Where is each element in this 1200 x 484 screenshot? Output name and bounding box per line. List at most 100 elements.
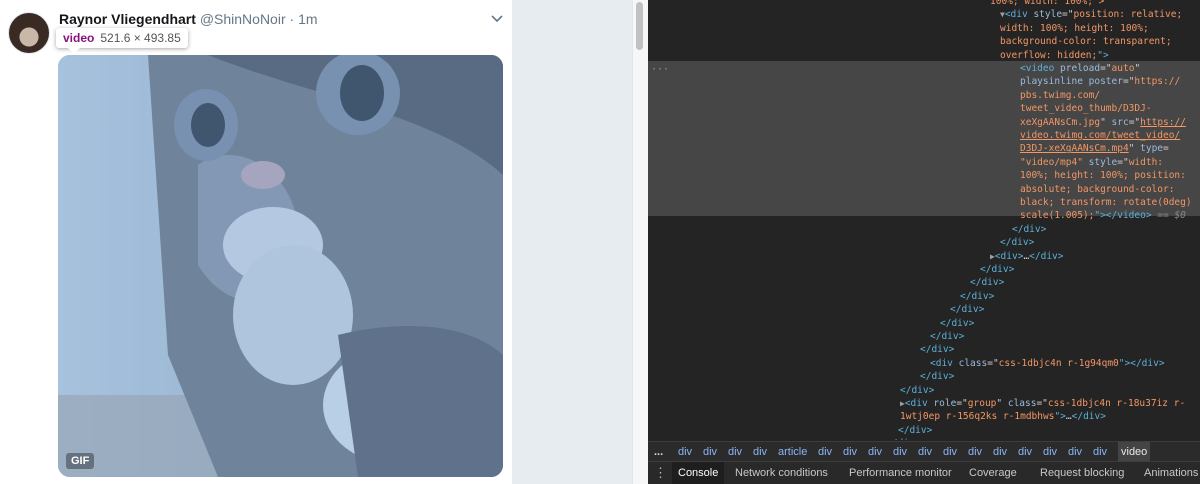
tab-console[interactable]: Console — [672, 462, 725, 484]
tab-animations[interactable]: Animations — [1138, 462, 1200, 484]
dom-token: group — [967, 398, 997, 409]
breadcrumb-item[interactable]: div — [868, 442, 882, 461]
dom-node-line[interactable]: </div> — [950, 303, 984, 316]
dom-node-line[interactable]: <video preload="auto" — [1020, 62, 1140, 75]
dom-node-line[interactable]: </div> — [940, 317, 974, 330]
dom-node-line[interactable]: </div> — [1012, 223, 1046, 236]
breadcrumb-item[interactable]: div — [1018, 442, 1032, 461]
dom-token: </div> — [1029, 250, 1064, 262]
dom-token: xeXgAANsCm.jpg — [1020, 116, 1101, 128]
drawer-tabbar: ⋮ Console Network conditions Performance m… — [648, 461, 1200, 484]
dom-node-line[interactable]: background-color: transparent; — [1000, 35, 1172, 48]
dom-token: <div — [1004, 9, 1034, 21]
tweet-time[interactable]: 1m — [298, 11, 317, 27]
dom-node-line[interactable]: black; transform: rotate(0deg) — [1020, 196, 1192, 209]
breadcrumb-item[interactable]: div — [1093, 442, 1107, 461]
breadcrumb-item[interactable]: div — [993, 442, 1007, 461]
tweet-header: Raynor Vliegendhart @ShinNoNoir · 1m — [59, 11, 318, 27]
dom-node-line[interactable]: overflow: hidden;"> — [1000, 49, 1109, 62]
inspect-highlight-overlay — [58, 55, 503, 477]
breadcrumb-more[interactable]: ... — [654, 442, 663, 461]
dom-token: <div> — [994, 250, 1024, 262]
dom-node-line[interactable]: 100%; width: 100%;"> — [990, 0, 1104, 8]
breadcrumb-item[interactable]: video — [1118, 442, 1151, 461]
dom-token: </div> — [886, 438, 920, 440]
elements-tree[interactable]: ··· 100%; width: 100%;"> ▼<div style="pos… — [648, 0, 1200, 440]
kebab-menu-icon[interactable]: ⋮ — [654, 462, 667, 484]
dom-token: css-1dbjc4n r-18u37iz r- — [1047, 398, 1186, 409]
dom-node-line[interactable]: ▶<div>…</div> — [990, 250, 1064, 263]
more-icon[interactable]: ··· — [651, 63, 669, 76]
dom-node-line[interactable]: xeXgAANsCm.jpg" src="https:// — [1020, 116, 1186, 129]
dom-node-line[interactable]: </div> — [920, 370, 954, 383]
user-handle[interactable]: @ShinNoNoir — [200, 11, 286, 27]
breadcrumb-item[interactable]: div — [728, 442, 742, 461]
dom-node-line[interactable]: scale(1.005);"></video> == $0 — [1020, 209, 1186, 222]
dom-token: =" — [1128, 116, 1141, 128]
dom-node-line[interactable]: playsinline poster="https:// — [1020, 75, 1180, 88]
breadcrumb-item[interactable]: div — [968, 442, 982, 461]
dom-node-line[interactable]: </div> — [980, 263, 1014, 276]
dom-token: </div> — [980, 264, 1015, 275]
dom-token: "></video> — [1094, 210, 1152, 222]
dom-node-line[interactable]: 100%; height: 100%; position: — [1020, 169, 1186, 182]
dom-token: " — [1134, 63, 1141, 74]
dom-token: 100%; width: 100%;"> — [990, 0, 1105, 7]
dom-token: "> — [1054, 411, 1066, 423]
breadcrumb-item[interactable]: div — [918, 442, 932, 461]
chevron-down-icon[interactable] — [490, 12, 504, 26]
tab-request-blocking[interactable]: Request blocking — [1034, 462, 1130, 484]
breadcrumb-item[interactable]: div — [678, 442, 692, 461]
breadcrumb-item[interactable]: div — [703, 442, 717, 461]
dom-node-line[interactable]: 1wtj0ep r-156q2ks r-1mdbhws">…</div> — [900, 410, 1106, 423]
dom-node-line[interactable]: width: 100%; height: 100%; — [1000, 22, 1149, 35]
breadcrumb-item[interactable]: div — [943, 442, 957, 461]
dom-node-line[interactable]: <div class="css-1dbjc4n r-1g94qm0"></div… — [930, 357, 1165, 370]
tab-performance-monitor[interactable]: Performance monitor — [843, 462, 958, 484]
dom-node-line[interactable]: </div> — [886, 437, 920, 440]
dom-token: class — [1007, 398, 1037, 409]
breadcrumb-item[interactable]: div — [1043, 442, 1057, 461]
dom-node-line[interactable]: "video/mp4" style="width: — [1020, 156, 1163, 169]
breadcrumb-item[interactable]: div — [843, 442, 857, 461]
dom-node-line[interactable]: ▼<div style="position: relative; — [1000, 8, 1182, 21]
tooltip-tag: video — [63, 31, 95, 45]
devtools-panel: ··· 100%; width: 100%;"> ▼<div style="pos… — [648, 0, 1200, 484]
page-scrollbar[interactable] — [632, 0, 648, 484]
dom-node-line[interactable]: pbs.twimg.com/ — [1020, 89, 1100, 102]
dom-token: class — [958, 357, 988, 369]
dom-node-line[interactable]: </div> — [970, 276, 1004, 289]
dom-node-line[interactable]: tweet_video_thumb/D3DJ- — [1020, 102, 1152, 115]
breadcrumb-item[interactable]: div — [1068, 442, 1082, 461]
dom-node-line[interactable]: absolute; background-color: — [1020, 183, 1174, 196]
breadcrumb-item[interactable]: div — [818, 442, 832, 461]
tab-coverage[interactable]: Coverage — [963, 462, 1023, 484]
dom-node-line[interactable]: </div> — [900, 384, 934, 397]
tab-network-conditions[interactable]: Network conditions — [729, 462, 834, 484]
dom-node-line[interactable]: </div> — [920, 343, 954, 356]
dom-node-line[interactable]: video.twimg.com/tweet_video/ — [1020, 129, 1180, 142]
breadcrumb-item[interactable]: div — [893, 442, 907, 461]
breadcrumb-item[interactable]: article — [778, 442, 807, 461]
dom-node-line[interactable]: </div> — [1000, 236, 1034, 249]
breadcrumb-item[interactable]: div — [753, 442, 767, 461]
dom-node-line[interactable]: D3DJ-xeXgAANsCm.mp4" type= — [1020, 142, 1169, 155]
dom-node-line[interactable]: </div> — [960, 290, 994, 303]
dom-token: role — [933, 398, 957, 409]
dom-token: = — [1163, 143, 1169, 155]
dom-token: style — [1088, 156, 1118, 168]
gif-video[interactable]: GIF — [58, 55, 503, 477]
dom-node-line[interactable]: </div> — [898, 424, 932, 437]
dom-token: https:// — [1134, 76, 1181, 88]
scrollbar-thumb[interactable] — [636, 2, 643, 50]
dom-token: =" — [1122, 76, 1135, 88]
dom-node-line[interactable]: ▶<div role="group" class="css-1dbjc4n r-… — [900, 397, 1185, 410]
dom-token: =" — [987, 357, 999, 369]
dom-node-line[interactable]: </div> — [930, 330, 964, 343]
display-name[interactable]: Raynor Vliegendhart — [59, 11, 196, 27]
dom-token: background-color: transparent; — [1000, 36, 1172, 48]
avatar[interactable] — [8, 12, 50, 54]
dom-token: </div> — [970, 277, 1005, 289]
dom-token: </div> — [1000, 237, 1035, 249]
element-tooltip: video 521.6 × 493.85 — [56, 28, 188, 54]
